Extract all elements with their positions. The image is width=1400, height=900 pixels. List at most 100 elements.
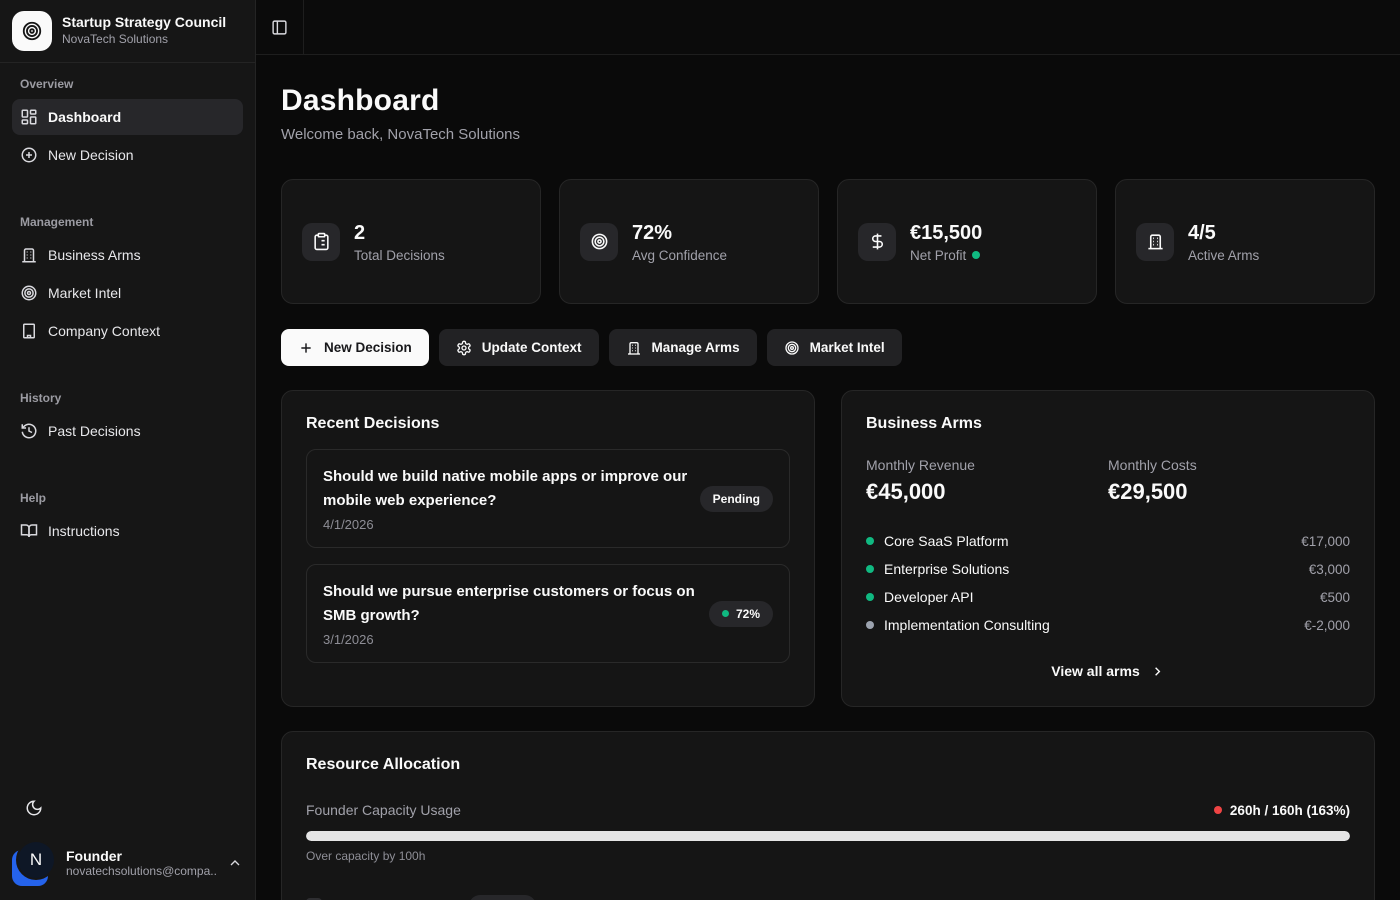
revenue-value: €45,000	[866, 479, 1108, 505]
decision-question: Should we build native mobile apps or im…	[323, 465, 688, 513]
sidebar-item-label: Dashboard	[48, 109, 121, 125]
sidebar-nav: Overview Dashboard New Decision Manageme…	[0, 63, 255, 780]
capacity-progress-bar	[306, 831, 1350, 841]
decision-question: Should we pursue enterprise customers or…	[323, 580, 697, 628]
stat-active-arms: 4/5 Active Arms	[1115, 179, 1375, 304]
panel-left-icon	[271, 19, 288, 36]
status-dot-green	[866, 565, 874, 573]
plus-circle-icon	[20, 146, 38, 164]
update-context-button[interactable]: Update Context	[439, 329, 599, 366]
sidebar-item-business-arms[interactable]: Business Arms	[12, 237, 243, 273]
status-dot-green	[972, 251, 980, 259]
status-dot-red	[1214, 806, 1222, 814]
card-title: Recent Decisions	[306, 415, 790, 433]
gear-icon	[456, 340, 472, 356]
sidebar-item-instructions[interactable]: Instructions	[12, 513, 243, 549]
decision-item[interactable]: Should we pursue enterprise customers or…	[306, 564, 790, 663]
manage-arms-button[interactable]: Manage Arms	[609, 329, 757, 366]
chevron-up-icon	[227, 855, 243, 871]
sidebar-item-dashboard[interactable]: Dashboard	[12, 99, 243, 135]
sidebar-item-label: Market Intel	[48, 285, 121, 301]
clipboard-icon	[302, 223, 340, 261]
stat-total-decisions: 2 Total Decisions	[281, 179, 541, 304]
over-capacity-note: Over capacity by 100h	[306, 849, 1350, 863]
arm-row: Core SaaS Platform €17,000	[866, 527, 1350, 555]
sidebar-item-past-decisions[interactable]: Past Decisions	[12, 413, 243, 449]
nav-section-history: History	[12, 391, 243, 405]
status-dot-green	[866, 593, 874, 601]
sidebar-item-label: New Decision	[48, 147, 134, 163]
stat-cards: 2 Total Decisions 72% Avg Confidence	[281, 179, 1375, 304]
arm-list: Core SaaS Platform €17,000 Enterprise So…	[866, 527, 1350, 639]
dark-mode-toggle[interactable]	[16, 790, 52, 826]
app-title: Startup Strategy Council	[62, 14, 226, 32]
stat-label: Net Profit	[910, 248, 982, 263]
capacity-value: 260h / 160h (163%)	[1214, 803, 1350, 818]
view-all-arms-link[interactable]: View all arms	[866, 663, 1350, 679]
chevron-right-icon	[1150, 664, 1165, 679]
nav-section-management: Management	[12, 215, 243, 229]
user-email: novatechsolutions@compa...	[66, 864, 216, 878]
book-open-icon	[20, 522, 38, 540]
app-subtitle: NovaTech Solutions	[62, 32, 226, 48]
market-intel-button[interactable]: Market Intel	[767, 329, 902, 366]
sidebar-item-market-intel[interactable]: Market Intel	[12, 275, 243, 311]
stat-avg-confidence: 72% Avg Confidence	[559, 179, 819, 304]
arm-row: Enterprise Solutions €3,000	[866, 555, 1350, 583]
target-icon	[20, 284, 38, 302]
arm-row: Implementation Consulting €-2,000	[866, 611, 1350, 639]
stat-value: 4/5	[1188, 221, 1259, 245]
dollar-icon	[858, 223, 896, 261]
history-icon	[20, 422, 38, 440]
status-dot-gray	[866, 621, 874, 629]
moon-icon	[25, 799, 43, 817]
page-title: Dashboard	[281, 84, 1375, 118]
stat-net-profit: €15,500 Net Profit	[837, 179, 1097, 304]
status-badge-pending: Pending	[700, 486, 773, 512]
plus-icon	[298, 340, 314, 356]
allocation-row: Core SaaS Platform active 120h (46%) Val…	[306, 895, 1350, 900]
costs-label: Monthly Costs	[1108, 457, 1350, 473]
app-header[interactable]: Startup Strategy Council NovaTech Soluti…	[0, 0, 255, 63]
status-dot-green	[722, 610, 729, 617]
decision-item[interactable]: Should we build native mobile apps or im…	[306, 449, 790, 548]
avatar: N	[12, 840, 56, 886]
sidebar-toggle-button[interactable]	[256, 0, 304, 54]
stat-label: Active Arms	[1188, 248, 1259, 263]
main-area: Dashboard Welcome back, NovaTech Solutio…	[256, 0, 1400, 900]
business-arms-card: Business Arms Monthly Revenue €45,000 Mo…	[841, 390, 1375, 707]
dashboard-content: Dashboard Welcome back, NovaTech Solutio…	[256, 55, 1400, 900]
status-dot-green	[866, 537, 874, 545]
stat-value: €15,500	[910, 221, 982, 245]
stat-value: 2	[354, 221, 445, 245]
topbar	[256, 0, 1400, 55]
resource-allocation-card: Resource Allocation Founder Capacity Usa…	[281, 731, 1375, 900]
confidence-badge: 72%	[709, 601, 773, 627]
building-icon	[626, 340, 642, 356]
nav-section-overview: Overview	[12, 77, 243, 91]
stat-label: Total Decisions	[354, 248, 445, 263]
building-icon	[1136, 223, 1174, 261]
avatar-initial: N	[16, 840, 56, 880]
capacity-progress-fill	[306, 831, 1350, 841]
nav-section-help: Help	[12, 491, 243, 505]
dashboard-icon	[20, 108, 38, 126]
sidebar-item-new-decision[interactable]: New Decision	[12, 137, 243, 173]
target-icon	[580, 223, 618, 261]
sidebar-item-label: Instructions	[48, 523, 120, 539]
sidebar-item-label: Company Context	[48, 323, 160, 339]
recent-decisions-card: Recent Decisions Should we build native …	[281, 390, 815, 707]
user-menu[interactable]: N Founder novatechsolutions@compa...	[12, 840, 243, 886]
card-title: Resource Allocation	[306, 756, 1350, 774]
sidebar-item-label: Business Arms	[48, 247, 141, 263]
sidebar-footer: N Founder novatechsolutions@compa...	[0, 780, 255, 900]
new-decision-button[interactable]: New Decision	[281, 329, 429, 366]
capacity-label: Founder Capacity Usage	[306, 802, 461, 818]
stat-label: Avg Confidence	[632, 248, 727, 263]
sidebar: Startup Strategy Council NovaTech Soluti…	[0, 0, 256, 900]
target-icon	[784, 340, 800, 356]
sidebar-item-company-context[interactable]: Company Context	[12, 313, 243, 349]
app-logo-target-icon	[12, 11, 52, 51]
card-title: Business Arms	[866, 415, 1350, 433]
decision-date: 4/1/2026	[323, 517, 688, 532]
